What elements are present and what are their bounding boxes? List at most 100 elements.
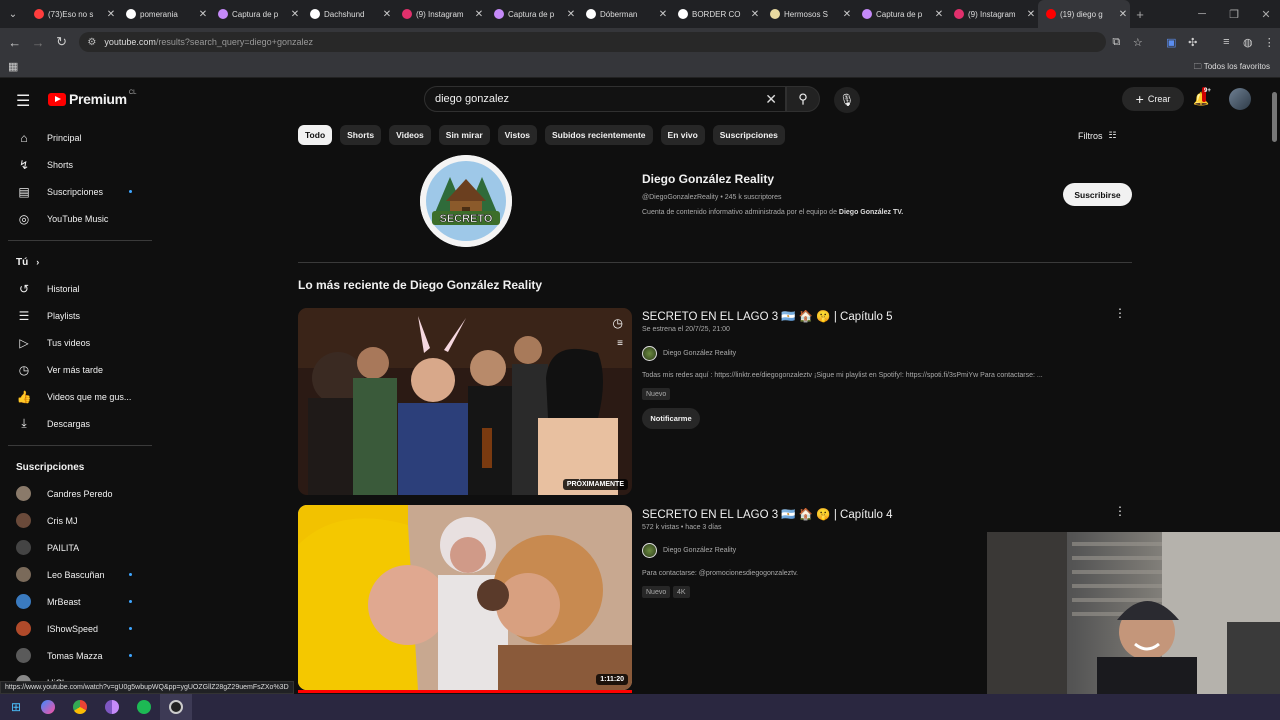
maximize-icon[interactable]: ❐ bbox=[1218, 0, 1250, 28]
all-bookmarks-folder[interactable]: 🗀 Todos los favoritos bbox=[1194, 61, 1270, 75]
chip-suscripciones[interactable]: Suscripciones bbox=[712, 125, 785, 145]
sidebar-item[interactable]: ☰ Playlists bbox=[0, 302, 154, 329]
close-tab-icon[interactable]: ✕ bbox=[104, 9, 118, 20]
sidebar-item[interactable]: ↯ Shorts bbox=[0, 151, 154, 178]
sidebar-item[interactable]: ↺ Historial bbox=[0, 275, 154, 302]
browser-tab[interactable]: BORDER CO ✕ bbox=[670, 0, 762, 28]
browser-tab[interactable]: Captura de p ✕ bbox=[854, 0, 946, 28]
voice-search-button[interactable]: 🎙 bbox=[834, 87, 860, 113]
subscription-item[interactable]: MrBeast bbox=[0, 588, 154, 615]
video-title[interactable]: SECRETO EN EL LAGO 3 🇦🇷 🏠 🤫 | Capítulo 4 bbox=[642, 507, 892, 521]
close-tab-icon[interactable]: ✕ bbox=[288, 9, 302, 20]
filters-button[interactable]: Filtros ☷ bbox=[1078, 130, 1117, 141]
subscription-item[interactable]: Candres Peredo bbox=[0, 480, 154, 507]
close-tab-icon[interactable]: ✕ bbox=[1116, 9, 1130, 20]
channel-name[interactable]: Diego González Reality bbox=[642, 172, 774, 186]
subscription-item[interactable]: Cris MJ bbox=[0, 507, 154, 534]
browser-tab[interactable]: (9) Instagram ✕ bbox=[394, 0, 486, 28]
subscribe-button[interactable]: Suscribirse bbox=[1063, 183, 1132, 206]
video-channel[interactable]: Diego González Reality bbox=[642, 346, 736, 361]
sidebar-item[interactable]: ▷ Tus videos bbox=[0, 329, 154, 356]
tab-search-icon[interactable]: ⌄ bbox=[0, 0, 26, 28]
chip-en-vivo[interactable]: En vivo bbox=[660, 125, 705, 145]
install-app-icon[interactable]: ⧉ bbox=[1106, 36, 1128, 49]
add-to-queue-icon[interactable]: ≡ bbox=[617, 338, 623, 349]
chip-sin-mirar[interactable]: Sin mirar bbox=[438, 125, 490, 145]
notify-me-button[interactable]: Notificarme bbox=[642, 408, 700, 429]
close-tab-icon[interactable]: ✕ bbox=[656, 9, 670, 20]
create-button[interactable]: + Crear bbox=[1122, 87, 1184, 111]
menu-hamburger-icon[interactable]: ☰ bbox=[16, 91, 30, 111]
chip-todo[interactable]: Todo bbox=[298, 125, 333, 145]
browser-tab[interactable]: Dachshund ✕ bbox=[302, 0, 394, 28]
chip-vistos[interactable]: Vistos bbox=[497, 125, 537, 145]
browser-tab[interactable]: (73)Eso no s ✕ bbox=[26, 0, 118, 28]
site-info-icon[interactable]: ⚙ bbox=[87, 37, 96, 48]
browser-tab[interactable]: pomerania ✕ bbox=[118, 0, 210, 28]
apps-grid-icon[interactable]: ▦ bbox=[8, 60, 18, 73]
profile-icon[interactable]: ◍ bbox=[1237, 36, 1259, 49]
close-tab-icon[interactable]: ✕ bbox=[196, 9, 210, 20]
youtube-premium-logo[interactable]: Premium CL bbox=[48, 90, 136, 107]
video-thumbnail[interactable]: PRÓXIMAMENTE ◷ ≡ bbox=[298, 308, 632, 495]
sidebar-item[interactable]: ◎ YouTube Music bbox=[0, 205, 154, 232]
watch-later-icon[interactable]: ◷ bbox=[613, 316, 623, 330]
notifications-bell-icon[interactable]: 🔔9+ bbox=[1193, 87, 1211, 107]
chip-videos[interactable]: Videos bbox=[389, 125, 431, 145]
browser-tab[interactable]: Hermosos S ✕ bbox=[762, 0, 854, 28]
subscription-item[interactable]: Tomas Mazza bbox=[0, 642, 154, 669]
browser-tab[interactable]: Dóberman ✕ bbox=[578, 0, 670, 28]
search-input[interactable]: diego gonzalez ✕ bbox=[424, 86, 786, 112]
media-controls-icon[interactable]: ≡ bbox=[1216, 36, 1238, 48]
sidebar-item[interactable]: 👍 Videos que me gus... bbox=[0, 383, 154, 410]
clear-search-icon[interactable]: ✕ bbox=[765, 91, 777, 108]
minimize-icon[interactable]: ─ bbox=[1186, 0, 1218, 28]
extensions-puzzle-icon[interactable]: ✣ bbox=[1182, 36, 1204, 49]
reload-icon[interactable]: ↻ bbox=[50, 34, 73, 50]
page-scrollbar[interactable] bbox=[1272, 92, 1277, 142]
more-options-icon[interactable]: ⋮ bbox=[1114, 306, 1126, 320]
close-tab-icon[interactable]: ✕ bbox=[564, 9, 578, 20]
browser-tab[interactable]: Captura de p ✕ bbox=[210, 0, 302, 28]
sidebar-item[interactable]: ⌂ Principal bbox=[0, 124, 154, 151]
forward-icon[interactable]: → bbox=[26, 35, 49, 50]
search-button[interactable]: ⚲ bbox=[786, 86, 820, 112]
sidebar-item[interactable]: ◷ Ver más tarde bbox=[0, 356, 154, 383]
video-title[interactable]: SECRETO EN EL LAGO 3 🇦🇷 🏠 🤫 | Capítulo 5 bbox=[642, 309, 892, 323]
obs-icon[interactable] bbox=[160, 694, 192, 720]
back-icon[interactable]: ← bbox=[3, 35, 26, 50]
subscription-item[interactable]: Leo Bascuñan bbox=[0, 561, 154, 588]
chrome-icon[interactable] bbox=[64, 694, 96, 720]
new-tab-button[interactable]: + bbox=[1130, 7, 1150, 22]
close-tab-icon[interactable]: ✕ bbox=[1024, 9, 1038, 20]
close-tab-icon[interactable]: ✕ bbox=[472, 9, 486, 20]
sidebar-item[interactable]: ▤ Suscripciones bbox=[0, 178, 154, 205]
sidebar-you-header[interactable]: Tú › bbox=[0, 249, 154, 275]
chip-subidos-recientemente[interactable]: Subidos recientemente bbox=[545, 125, 653, 145]
video-channel[interactable]: Diego González Reality bbox=[642, 543, 736, 558]
close-tab-icon[interactable]: ✕ bbox=[748, 9, 762, 20]
more-options-icon[interactable]: ⋮ bbox=[1114, 504, 1126, 518]
channel-avatar[interactable]: SECRETO bbox=[420, 155, 512, 247]
chip-shorts[interactable]: Shorts bbox=[340, 125, 382, 145]
windows-start-icon[interactable]: ⊞ bbox=[0, 694, 32, 720]
subscription-item[interactable]: PAILITA bbox=[0, 534, 154, 561]
video-thumbnail[interactable]: 1:11:20 bbox=[298, 505, 632, 690]
spotify-icon[interactable] bbox=[128, 694, 160, 720]
browser-tab[interactable]: (9) Instagram ✕ bbox=[946, 0, 1038, 28]
url-bar[interactable]: ⚙ youtube.com/results?search_query=diego… bbox=[79, 32, 1106, 52]
browser-tab[interactable]: Captura de p ✕ bbox=[486, 0, 578, 28]
close-window-icon[interactable]: ✕ bbox=[1250, 0, 1280, 28]
browser-tab[interactable]: (19) diego g ✕ bbox=[1038, 0, 1130, 28]
close-tab-icon[interactable]: ✕ bbox=[840, 9, 854, 20]
browser-menu-icon[interactable]: ⋮ bbox=[1259, 36, 1280, 49]
subscription-item[interactable]: IShowSpeed bbox=[0, 615, 154, 642]
chrome-profile-icon[interactable] bbox=[96, 694, 128, 720]
account-avatar[interactable] bbox=[1229, 88, 1251, 110]
extension-icon[interactable]: ▣ bbox=[1161, 36, 1183, 49]
close-tab-icon[interactable]: ✕ bbox=[932, 9, 946, 20]
copilot-icon[interactable] bbox=[32, 694, 64, 720]
close-tab-icon[interactable]: ✕ bbox=[380, 9, 394, 20]
bookmark-star-icon[interactable]: ☆ bbox=[1127, 36, 1149, 49]
sidebar-item[interactable]: ⤓ Descargas bbox=[0, 410, 154, 437]
